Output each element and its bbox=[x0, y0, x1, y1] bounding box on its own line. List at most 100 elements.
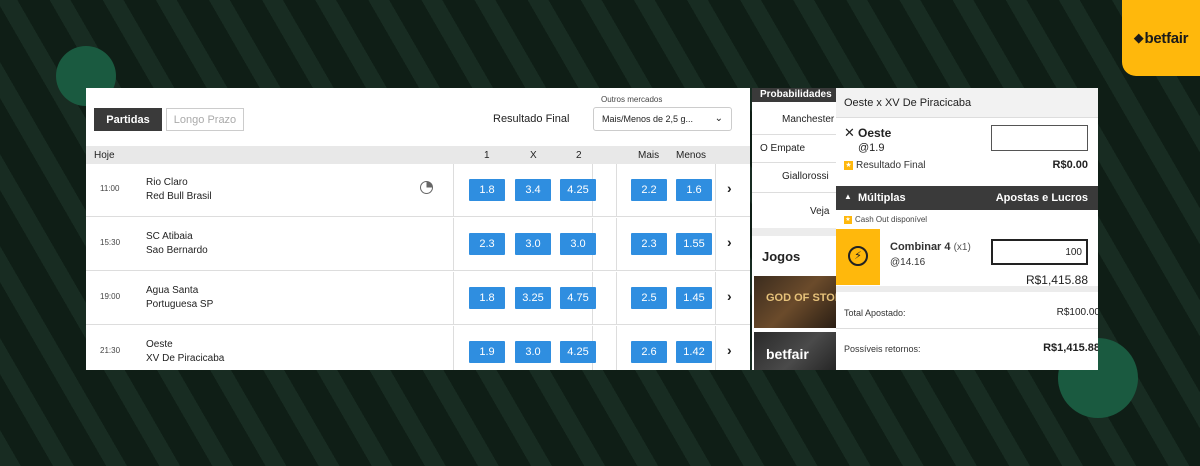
probability-item[interactable]: Giallorossi bbox=[782, 171, 829, 182]
close-icon[interactable]: ✕ bbox=[844, 125, 855, 141]
betfair-diamond-icon: ◆ bbox=[1133, 30, 1144, 45]
other-markets-select[interactable]: Mais/Menos de 2,5 g... ⌄ bbox=[593, 107, 732, 131]
odd-menos[interactable]: 1.55 bbox=[676, 233, 712, 255]
odd-1[interactable]: 2.3 bbox=[469, 233, 505, 255]
apostas-lucros-label: Apostas e Lucros bbox=[995, 192, 1088, 204]
odd-1[interactable]: 1.8 bbox=[469, 287, 505, 309]
game-title: GOD OF STORMS bbox=[766, 292, 836, 304]
selection-market-label: Resultado Final bbox=[856, 160, 926, 171]
total-staked-value: R$100.00 bbox=[1056, 307, 1098, 318]
away-team[interactable]: XV De Piracicaba bbox=[146, 353, 224, 364]
odd-mais[interactable]: 2.6 bbox=[631, 341, 667, 363]
odd-x[interactable]: 3.25 bbox=[515, 287, 551, 309]
game-title: betfair bbox=[766, 346, 809, 362]
odd-x[interactable]: 3.0 bbox=[515, 233, 551, 255]
odd-mais[interactable]: 2.3 bbox=[631, 233, 667, 255]
multiples-label: Múltiplas bbox=[858, 192, 906, 204]
games-title: Jogos bbox=[762, 249, 801, 264]
lightning-icon: ⚡ bbox=[848, 246, 868, 266]
game-thumbnail[interactable]: GOD OF STORMS bbox=[754, 276, 836, 328]
odd-x[interactable]: 3.0 bbox=[515, 341, 551, 363]
odd-mais[interactable]: 2.5 bbox=[631, 287, 667, 309]
odd-2[interactable]: 3.0 bbox=[560, 233, 596, 255]
possible-returns-value: R$1,415.88 bbox=[1043, 342, 1098, 354]
other-markets-label: Outros mercados bbox=[601, 95, 663, 104]
header-2: 2 bbox=[576, 150, 582, 161]
cashout-label: Cash Out disponível bbox=[855, 215, 928, 224]
chevron-down-icon: ⌄ bbox=[714, 113, 723, 124]
away-team[interactable]: Sao Bernardo bbox=[146, 245, 208, 256]
selection-market: ★ Resultado Final bbox=[844, 160, 925, 171]
betslip-panel: Oeste x XV De Piracicaba ✕ Oeste @1.9 ★ R… bbox=[836, 88, 1098, 370]
odd-1[interactable]: 1.9 bbox=[469, 341, 505, 363]
header-1: 1 bbox=[484, 150, 490, 161]
tab-longo-prazo[interactable]: Longo Prazo bbox=[166, 108, 244, 131]
match-row: 19:00 Agua Santa Portuguesa SP 1.8 3.25 … bbox=[86, 272, 750, 325]
probability-item[interactable]: O Empate bbox=[760, 143, 805, 154]
home-team[interactable]: Rio Claro bbox=[146, 177, 188, 188]
section-gap bbox=[836, 286, 1098, 292]
odd-2[interactable]: 4.25 bbox=[560, 341, 596, 363]
caret-up-icon: ▲ bbox=[844, 192, 852, 201]
multiples-bar[interactable]: ▲ Múltiplas Apostas e Lucros bbox=[836, 186, 1098, 210]
header-x: X bbox=[530, 150, 537, 161]
odd-mais[interactable]: 2.2 bbox=[631, 179, 667, 201]
matches-panel-header: Partidas Longo Prazo Resultado Final Out… bbox=[86, 88, 750, 146]
probability-item[interactable]: Manchester bbox=[782, 114, 834, 125]
cashout-note: ★ Cash Out disponível bbox=[844, 215, 927, 224]
tab-partidas[interactable]: Partidas bbox=[94, 108, 162, 131]
odd-x[interactable]: 3.4 bbox=[515, 179, 551, 201]
selection-name: Oeste bbox=[858, 126, 892, 140]
odd-2[interactable]: 4.75 bbox=[560, 287, 596, 309]
match-time: 11:00 bbox=[100, 184, 120, 193]
chevron-right-icon[interactable]: › bbox=[727, 234, 732, 250]
combo-name-text: Combinar 4 bbox=[890, 241, 951, 253]
divider bbox=[752, 134, 836, 135]
header-hoje: Hoje bbox=[94, 150, 115, 161]
header-mais: Mais bbox=[638, 150, 660, 161]
combo-stake-input[interactable] bbox=[991, 239, 1088, 265]
combo-odd: @14.16 bbox=[890, 257, 926, 268]
stats-pie-icon[interactable] bbox=[420, 181, 433, 194]
combo-name: Combinar 4 (x1) bbox=[890, 241, 971, 253]
chevron-right-icon[interactable]: › bbox=[727, 180, 732, 196]
match-time: 21:30 bbox=[100, 346, 121, 355]
home-team[interactable]: Oeste bbox=[146, 339, 173, 350]
probabilities-header: Probabilidades bbox=[752, 88, 836, 102]
probabilities-panel: Probabilidades Manchester O Empate Giall… bbox=[752, 88, 836, 370]
odds-column-header: Hoje 1 X 2 Mais Menos bbox=[86, 146, 750, 164]
single-stake-input[interactable] bbox=[991, 125, 1088, 151]
star-icon: ★ bbox=[844, 215, 852, 224]
match-row: 11:00 Rio Claro Red Bull Brasil 1.8 3.4 … bbox=[86, 164, 750, 217]
header-menos: Menos bbox=[676, 150, 707, 161]
market-title: Resultado Final bbox=[493, 113, 570, 125]
odd-2[interactable]: 4.25 bbox=[560, 179, 596, 201]
chevron-right-icon[interactable]: › bbox=[727, 342, 732, 358]
match-row: 21:30 Oeste XV De Piracicaba 1.9 3.0 4.2… bbox=[86, 326, 750, 370]
odd-menos[interactable]: 1.45 bbox=[676, 287, 712, 309]
possible-returns-label: Possíveis retornos: bbox=[844, 344, 921, 354]
divider bbox=[836, 328, 1098, 329]
selection-odd: @1.9 bbox=[858, 142, 885, 154]
odd-menos[interactable]: 1.42 bbox=[676, 341, 712, 363]
probability-item[interactable]: Veja bbox=[810, 206, 829, 217]
match-time: 19:00 bbox=[100, 292, 121, 301]
total-staked-label: Total Apostado: bbox=[844, 308, 906, 318]
star-icon: ★ bbox=[844, 160, 853, 170]
away-team[interactable]: Portuguesa SP bbox=[146, 299, 213, 310]
match-row: 15:30 SC Atibaia Sao Bernardo 2.3 3.0 3.… bbox=[86, 218, 750, 271]
combo-multiplier: (x1) bbox=[953, 242, 971, 253]
away-team[interactable]: Red Bull Brasil bbox=[146, 191, 212, 202]
chevron-right-icon[interactable]: › bbox=[727, 288, 732, 304]
divider bbox=[752, 192, 836, 193]
betslip-title: Oeste x XV De Piracicaba bbox=[836, 88, 1098, 118]
match-time: 15:30 bbox=[100, 238, 121, 247]
home-team[interactable]: Agua Santa bbox=[146, 285, 198, 296]
odd-1[interactable]: 1.8 bbox=[469, 179, 505, 201]
game-thumbnail[interactable]: betfair bbox=[754, 332, 836, 370]
other-markets-selected: Mais/Menos de 2,5 g... bbox=[602, 114, 694, 124]
section-gap bbox=[752, 228, 836, 236]
home-team[interactable]: SC Atibaia bbox=[146, 231, 193, 242]
odd-menos[interactable]: 1.6 bbox=[676, 179, 712, 201]
combo-icon-box: ⚡ bbox=[836, 229, 880, 285]
